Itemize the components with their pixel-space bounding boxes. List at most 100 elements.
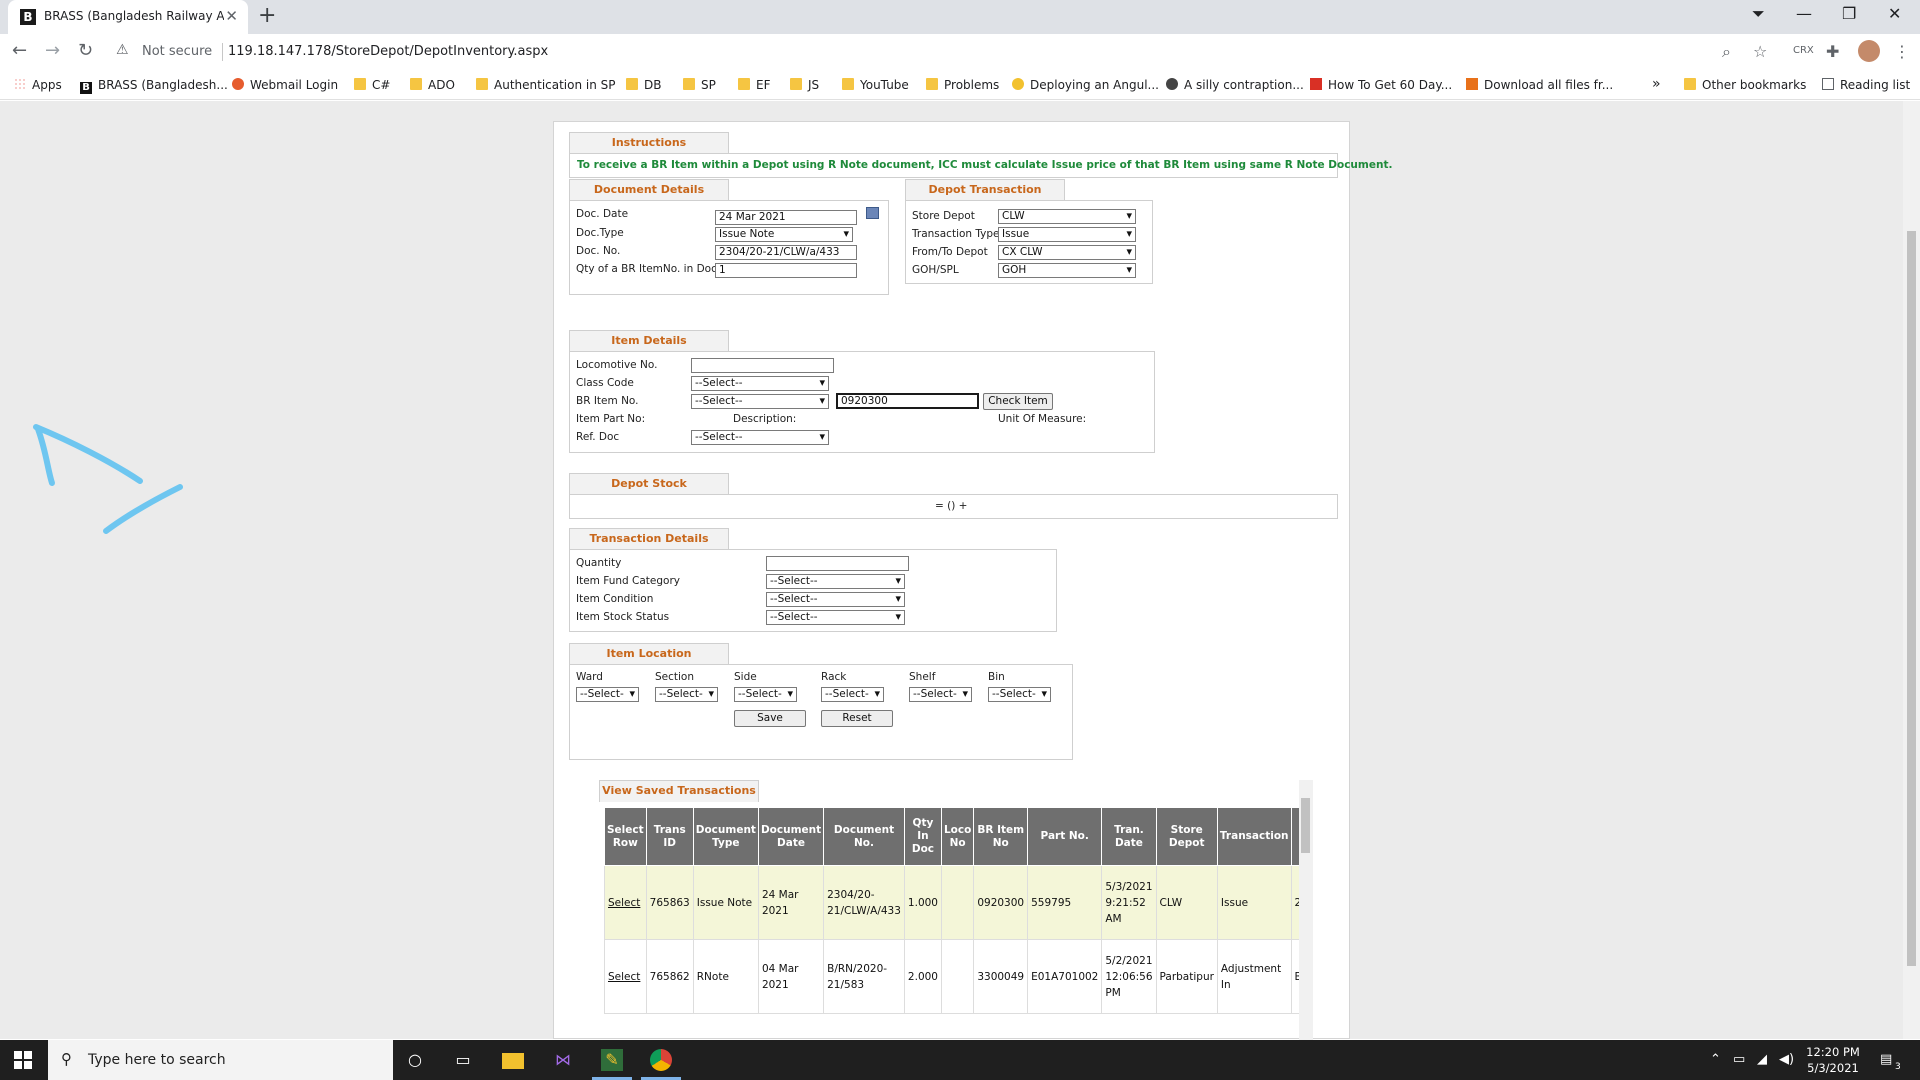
bookmark-js[interactable]: JS <box>790 78 819 92</box>
section-select[interactable]: --Select- <box>655 687 718 702</box>
bookmark-auth-sp[interactable]: Authentication in SP <box>476 78 616 92</box>
back-icon[interactable]: ← <box>12 40 27 61</box>
rack-select[interactable]: --Select- <box>821 687 884 702</box>
zoom-icon[interactable]: ⌕ <box>1722 42 1731 62</box>
shelf-label: Shelf <box>909 671 936 683</box>
bookmark-youtube[interactable]: YouTube <box>842 78 909 92</box>
check-item-button[interactable]: Check Item <box>983 393 1053 410</box>
chrome-icon[interactable] <box>650 1049 672 1071</box>
bookmark-ef[interactable]: EF <box>738 78 770 92</box>
new-tab-button[interactable]: + <box>258 3 276 28</box>
table-cell: 1.000 <box>903 865 942 940</box>
qty-in-doc-input[interactable]: 1 <box>715 263 857 278</box>
crx-extension-icon[interactable]: CRX <box>1793 45 1814 56</box>
bookmark-star-icon[interactable]: ☆ <box>1753 42 1767 61</box>
forward-icon[interactable]: → <box>45 40 60 61</box>
from-to-depot-select[interactable]: CX CLW <box>998 245 1136 260</box>
bookmark-angular[interactable]: Deploying an Angul... <box>1012 78 1159 92</box>
bookmark-sp[interactable]: SP <box>683 78 716 92</box>
item-fund-category-select[interactable]: --Select-- <box>766 574 905 589</box>
restore-icon[interactable]: ❐ <box>1842 4 1856 23</box>
item-stock-status-select[interactable]: --Select-- <box>766 610 905 625</box>
bookmark-silly-contraption[interactable]: A silly contraption... <box>1166 78 1304 92</box>
close-tab-icon[interactable]: ✕ <box>225 7 238 25</box>
table-cell: 04 Mar 2021 <box>757 939 825 1014</box>
security-label[interactable]: Not secure <box>142 44 212 59</box>
quantity-input[interactable] <box>766 556 909 571</box>
tray-overflow-icon[interactable]: ⌃ <box>1710 1052 1721 1067</box>
cortana-icon[interactable]: ○ <box>404 1049 426 1071</box>
bookmark-brass[interactable]: B BRASS (Bangladesh... <box>80 78 228 94</box>
select-row-link[interactable]: Select <box>604 865 647 940</box>
depot-inventory-form: Instructions To receive a BR Item within… <box>553 121 1392 1055</box>
bookmark-db[interactable]: DB <box>626 78 661 92</box>
grid-vertical-scroll-thumb[interactable] <box>1301 798 1310 853</box>
app-icon[interactable]: ✎ <box>601 1049 623 1071</box>
menu-kebab-icon[interactable]: ⋮ <box>1894 42 1910 61</box>
taskbar-clock[interactable]: 12:20 PM 5/3/2021 <box>1796 1044 1870 1076</box>
globe-icon <box>1166 78 1178 90</box>
section-label: Section <box>655 671 695 683</box>
volume-icon[interactable]: ◀) <box>1779 1052 1794 1067</box>
windows-start-icon[interactable] <box>14 1051 32 1069</box>
goh-spl-select[interactable]: GOH <box>998 263 1136 278</box>
bookmark-ado[interactable]: ADO <box>410 78 455 92</box>
instructions-panel: To receive a BR Item within a Depot usin… <box>569 153 1392 178</box>
warning-icon[interactable]: ⚠ <box>116 42 129 58</box>
more-bookmarks-icon[interactable]: » <box>1652 76 1661 92</box>
locomotive-no-input[interactable] <box>691 358 834 373</box>
transaction-type-select[interactable]: Issue <box>998 227 1136 242</box>
br-item-search-input[interactable]: 0920300 <box>836 393 979 409</box>
grid-vertical-scrollbar[interactable] <box>1299 780 1313 1041</box>
calendar-icon[interactable] <box>866 207 879 219</box>
save-button[interactable]: Save <box>734 710 806 727</box>
reset-button[interactable]: Reset <box>821 710 893 727</box>
profile-avatar[interactable] <box>1858 40 1880 62</box>
bookmark-other[interactable]: Other bookmarks <box>1684 78 1806 92</box>
bookmark-problems[interactable]: Problems <box>926 78 999 92</box>
item-part-no-label: Item Part No: <box>576 413 646 425</box>
select-row-link[interactable]: Select <box>604 939 647 1014</box>
visual-studio-icon[interactable]: ⋈ <box>552 1049 574 1071</box>
doc-date-input[interactable]: 24 Mar 2021 <box>715 210 857 225</box>
minimize-icon[interactable]: — <box>1796 4 1812 23</box>
bookmark-csharp[interactable]: C# <box>354 78 390 92</box>
ward-select[interactable]: --Select- <box>576 687 639 702</box>
doc-type-select[interactable]: Issue Note <box>715 227 853 242</box>
shelf-select[interactable]: --Select- <box>909 687 972 702</box>
item-condition-select[interactable]: --Select-- <box>766 592 905 607</box>
document-details-header: Document Details <box>569 179 729 201</box>
page-vertical-scrollbar[interactable] <box>1903 101 1920 1039</box>
bookmark-webmail[interactable]: Webmail Login <box>232 78 338 92</box>
taskbar-search-box[interactable]: ⚲ Type here to search <box>48 1040 393 1080</box>
bookmark-60-day[interactable]: How To Get 60 Day... <box>1310 78 1452 92</box>
url-text[interactable]: 119.18.147.178/StoreDepot/DepotInventory… <box>228 44 548 59</box>
rack-label: Rack <box>821 671 847 683</box>
class-code-select[interactable]: --Select-- <box>691 376 829 391</box>
store-depot-select[interactable]: CLW <box>998 209 1136 224</box>
table-cell: 5/3/2021 9:21:52 AM <box>1101 865 1157 940</box>
bin-select[interactable]: --Select- <box>988 687 1051 702</box>
bookmark-apps[interactable]: Apps <box>14 78 62 92</box>
reload-icon[interactable]: ↻ <box>78 40 93 61</box>
reading-list[interactable]: Reading list <box>1822 78 1910 92</box>
page-scroll-thumb[interactable] <box>1907 231 1916 966</box>
bookmark-download-all[interactable]: Download all files fr... <box>1466 78 1613 92</box>
close-window-icon[interactable]: ✕ <box>1888 4 1901 23</box>
network-icon[interactable]: ◢ <box>1757 1052 1767 1067</box>
task-view-icon[interactable]: ▭ <box>452 1049 474 1071</box>
extensions-puzzle-icon[interactable]: ✚ <box>1826 42 1839 61</box>
profile-dropdown-icon[interactable]: ⏷ <box>1752 4 1765 24</box>
browser-tab[interactable]: B BRASS (Bangladesh Railway Auto ✕ <box>8 0 248 34</box>
table-cell: RNote <box>692 939 759 1014</box>
battery-icon[interactable]: ▭ <box>1733 1052 1745 1067</box>
file-explorer-icon[interactable] <box>502 1053 524 1069</box>
notifications-icon[interactable]: ▤ <box>1880 1052 1892 1067</box>
folder-icon <box>1684 78 1696 90</box>
side-select[interactable]: --Select- <box>734 687 797 702</box>
address-bar[interactable]: ⚠ Not secure 119.18.147.178/StoreDepot/D… <box>108 37 1788 67</box>
br-item-no-select[interactable]: --Select-- <box>691 394 829 409</box>
reading-list-icon <box>1822 78 1834 90</box>
doc-no-input[interactable]: 2304/20-21/CLW/a/433 <box>715 245 857 260</box>
ref-doc-select[interactable]: --Select-- <box>691 430 829 445</box>
